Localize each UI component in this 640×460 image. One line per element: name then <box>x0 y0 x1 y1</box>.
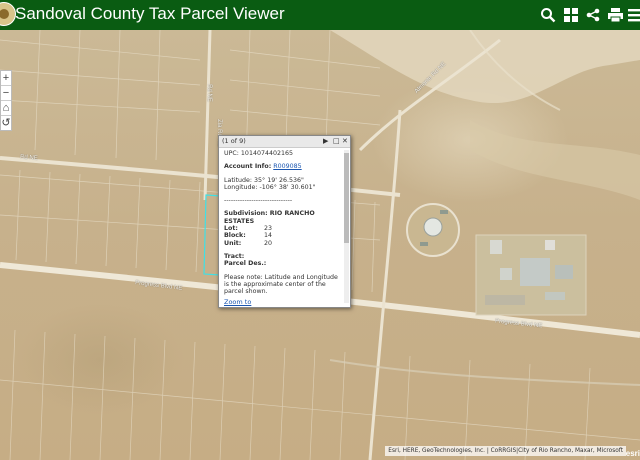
account-label: Account Info: <box>224 163 272 171</box>
zoom-in-button[interactable]: + <box>1 71 11 86</box>
app-title: Sandoval County Tax Parcel Viewer <box>15 4 285 23</box>
esri-logo: esri <box>625 449 640 458</box>
popup-header: (1 of 9) ▶ □ ✕ <box>219 136 350 148</box>
account-link[interactable]: R009085 <box>273 163 301 170</box>
block-label: Block: <box>224 232 246 240</box>
popup-counter: (1 of 9) <box>222 137 246 145</box>
maximize-button[interactable]: □ <box>333 136 340 147</box>
search-icon <box>541 8 556 23</box>
map-attribution: Esri, HERE, GeoTechnologies, Inc. | CoRR… <box>385 446 626 456</box>
lot-value: 23 <box>264 225 273 233</box>
popup-scroll-thumb[interactable] <box>344 153 349 243</box>
subdivision-label: Subdivision: <box>224 210 268 218</box>
app-header: Sandoval County Tax Parcel Viewer <box>0 0 640 30</box>
zoom-to-link[interactable]: Zoom to <box>224 298 251 306</box>
road-label-vertical: Rd NE <box>205 84 212 102</box>
menu-button[interactable] <box>625 5 640 25</box>
separator-line: ------------------------------ <box>224 197 293 205</box>
print-icon <box>607 8 623 22</box>
longitude-text: Longitude: -106° 38' 30.601" <box>224 183 316 191</box>
zoom-out-button[interactable]: − <box>1 86 11 101</box>
zoom-controls: + − ⌂ ↺ <box>0 70 12 131</box>
parcel-info-popup: (1 of 9) ▶ □ ✕ UPC: 1014074402165 Accoun… <box>218 135 351 308</box>
share-button[interactable] <box>583 5 603 25</box>
popup-content[interactable]: UPC: 1014074402165 Account Info: R009085… <box>224 150 339 300</box>
close-button[interactable]: ✕ <box>342 136 348 147</box>
latitude-text: Latitude: 35° 19' 26.536" <box>224 176 304 184</box>
unit-label: Unit: <box>224 239 242 247</box>
upc-text: UPC: 1014074402165 <box>224 150 294 157</box>
unit-value: 20 <box>264 239 273 247</box>
basemap-gallery-button[interactable] <box>561 5 581 25</box>
county-seal-logo <box>0 2 16 26</box>
share-icon <box>586 8 600 22</box>
block-value: 14 <box>264 232 273 240</box>
popup-scrollbar[interactable] <box>344 150 349 303</box>
search-button[interactable] <box>538 5 558 25</box>
lot-label: Lot: <box>224 225 238 233</box>
print-button[interactable] <box>605 5 625 25</box>
locate-button[interactable]: ↺ <box>1 116 11 130</box>
home-button[interactable]: ⌂ <box>1 101 11 116</box>
location-note: Please note: Latitude and Longitude is t… <box>224 273 338 296</box>
tract-label: Tract: <box>224 252 245 260</box>
next-feature-button[interactable]: ▶ <box>323 136 328 147</box>
grid-icon <box>564 8 578 22</box>
menu-icon <box>628 9 640 22</box>
parcel-des-label: Parcel Des.: <box>224 260 267 268</box>
